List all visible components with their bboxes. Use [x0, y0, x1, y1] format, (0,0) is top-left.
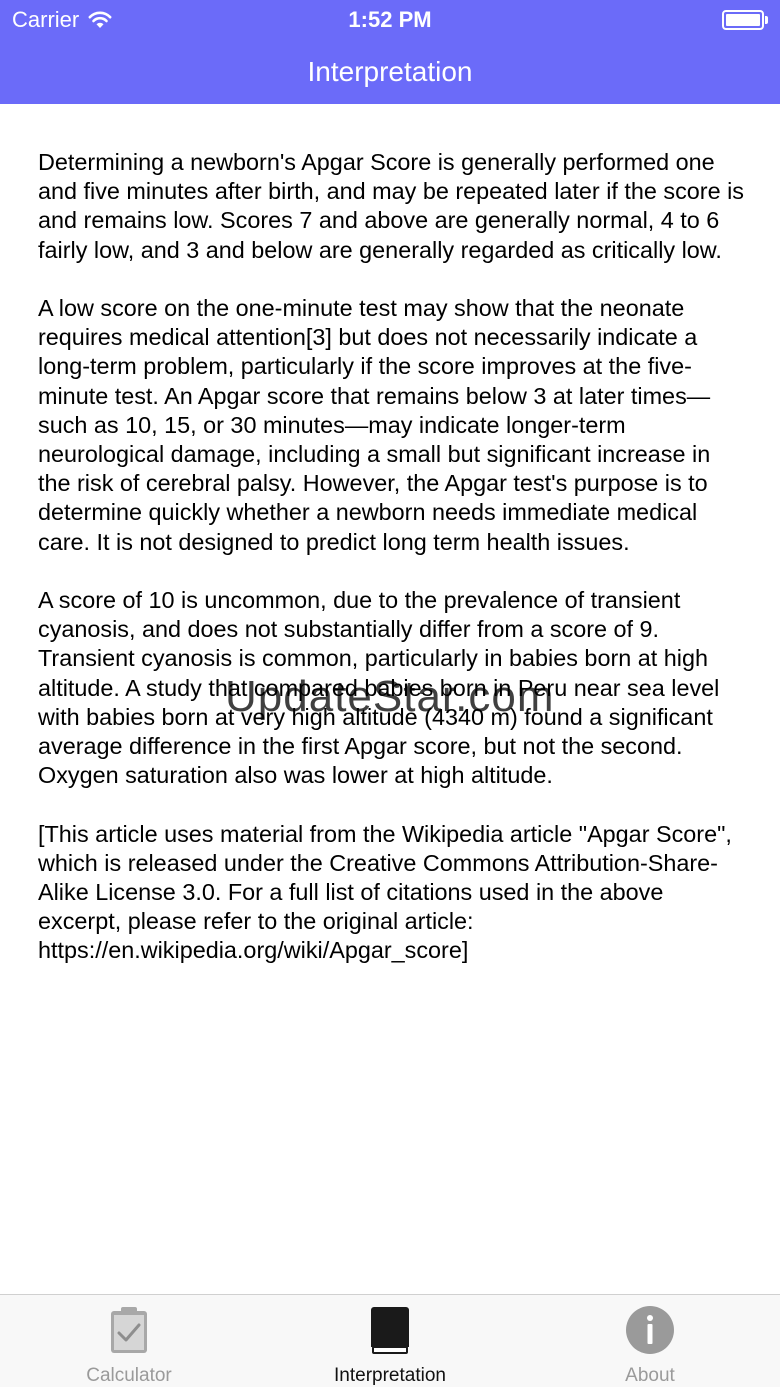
- battery-icon: [722, 10, 768, 30]
- tab-calculator-label: Calculator: [86, 1365, 172, 1386]
- watermark: UpdateStar.com: [225, 672, 555, 721]
- status-bar: Carrier 1:52 PM: [0, 0, 780, 40]
- tab-interpretation-label: Interpretation: [334, 1365, 446, 1386]
- navigation-header: Carrier 1:52 PM Interpretation: [0, 0, 780, 104]
- paragraph-low-score: A low score on the one-minute test may s…: [38, 295, 711, 555]
- clipboard-check-icon: [111, 1307, 147, 1353]
- status-time: 1:52 PM: [348, 7, 432, 32]
- tab-bar: Calculator Interpretation About: [0, 1294, 780, 1387]
- tab-interpretation[interactable]: Interpretation: [300, 1295, 480, 1387]
- interpretation-text: Determining a newborn's Apgar Score is g…: [38, 148, 744, 995]
- tab-about-label: About: [625, 1365, 675, 1386]
- info-icon: [626, 1306, 674, 1354]
- paragraph-scoring: Determining a newborn's Apgar Score is g…: [38, 149, 744, 263]
- paragraph-attribution: [This article uses material from the Wik…: [38, 820, 732, 964]
- tab-about[interactable]: About: [580, 1295, 720, 1387]
- page-title: Interpretation: [307, 56, 473, 87]
- tab-calculator[interactable]: Calculator: [59, 1295, 199, 1387]
- book-icon: [371, 1307, 409, 1354]
